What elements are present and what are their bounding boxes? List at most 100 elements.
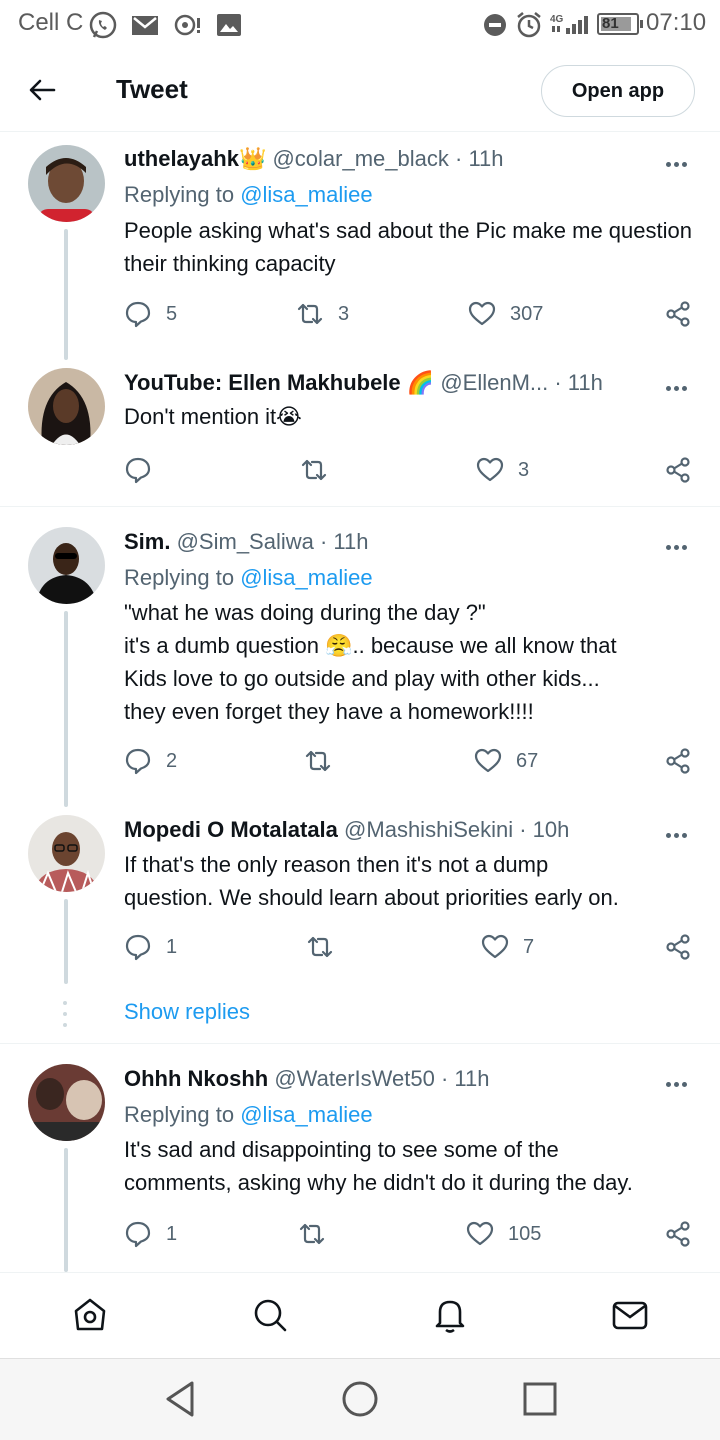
author-handle[interactable]: @WaterIsWet50 — [274, 1066, 435, 1091]
author-handle[interactable]: @Sim_Saliwa — [177, 529, 314, 554]
mention-link[interactable]: @lisa_maliee — [240, 182, 372, 207]
tweet-text-line: It's sad and disappointing to see some o… — [124, 1137, 559, 1162]
retweet-button[interactable] — [300, 454, 342, 486]
alert-icon — [174, 14, 200, 36]
retweet-button[interactable] — [304, 745, 346, 777]
avatar[interactable] — [28, 145, 105, 222]
search-icon[interactable] — [250, 1295, 290, 1335]
share-button[interactable] — [664, 931, 692, 963]
author-name[interactable]: YouTube: Ellen Makhubele — [124, 370, 401, 395]
avatar[interactable] — [28, 527, 105, 604]
tweet-text-line: If that's the only reason then it's not … — [124, 852, 549, 877]
reply-button[interactable]: 1 — [124, 1218, 177, 1250]
like-button[interactable]: 67 — [474, 745, 538, 777]
avatar[interactable] — [28, 368, 105, 445]
retweet-icon — [297, 303, 323, 325]
like-button[interactable]: 3 — [476, 454, 529, 486]
replying-to: Replying to @lisa_maliee — [124, 1102, 373, 1128]
show-replies-link[interactable]: Show replies — [124, 999, 250, 1025]
status-bar: Cell C 4G 81 07:10 — [0, 0, 720, 50]
tweet-item[interactable]: uthelayahk👑 @colar_me_black · 11h Replyi… — [0, 132, 720, 360]
share-button[interactable] — [664, 745, 692, 777]
recents-square-icon[interactable] — [520, 1379, 560, 1419]
like-count: 7 — [523, 935, 535, 958]
home-circle-icon[interactable] — [340, 1379, 380, 1419]
avatar[interactable] — [28, 815, 105, 892]
share-icon — [666, 457, 690, 483]
share-icon — [666, 301, 690, 327]
reply-button[interactable]: 5 — [124, 298, 177, 330]
tweet-author-row[interactable]: YouTube: Ellen Makhubele 🌈 @EllenM... · … — [124, 370, 603, 396]
share-button[interactable] — [664, 454, 692, 486]
tweet-item[interactable]: Sim. @Sim_Saliwa · 11h Replying to @lisa… — [0, 507, 720, 807]
more-options-icon[interactable] — [666, 825, 694, 838]
heart-icon — [474, 748, 502, 773]
retweet-button[interactable] — [306, 931, 348, 963]
tweet-author-row[interactable]: Mopedi O Motalatala @MashishiSekini · 10… — [124, 817, 569, 843]
retweet-button[interactable] — [298, 1218, 340, 1250]
open-app-button[interactable]: Open app — [541, 65, 695, 117]
tweet-author-row[interactable]: uthelayahk👑 @colar_me_black · 11h — [124, 146, 504, 172]
tweet-author-row[interactable]: Sim. @Sim_Saliwa · 11h — [124, 529, 369, 555]
mention-link[interactable]: @lisa_maliee — [240, 565, 372, 590]
battery-icon: 81 — [597, 13, 643, 35]
author-name[interactable]: uthelayahk — [124, 146, 239, 171]
signal-4g-icon: 4G — [550, 14, 588, 34]
replying-to: Replying to @lisa_maliee — [124, 565, 373, 591]
back-triangle-icon[interactable] — [160, 1379, 200, 1419]
author-handle[interactable]: @colar_me_black — [272, 146, 448, 171]
author-name[interactable]: Ohhh Nkoshh — [124, 1066, 268, 1091]
more-options-icon[interactable] — [666, 537, 694, 550]
tweet-time: · 11h — [440, 1066, 490, 1091]
tweet-item[interactable]: Ohhh Nkoshh @WaterIsWet50 · 11h Replying… — [0, 1044, 720, 1272]
like-count: 67 — [516, 749, 539, 772]
tweet-time: · 11h — [455, 146, 504, 171]
tweet-item[interactable]: Mopedi O Motalatala @MashishiSekini · 10… — [0, 807, 720, 1043]
retweet-button[interactable]: 3 — [296, 298, 349, 330]
page-title: Tweet — [116, 74, 188, 104]
share-button[interactable] — [664, 1218, 692, 1250]
tweet-time: · 10h — [519, 817, 570, 842]
tweet-actions: 2 67 — [124, 745, 699, 777]
like-button[interactable]: 307 — [468, 298, 543, 330]
like-count: 105 — [508, 1222, 542, 1245]
mention-link[interactable]: @lisa_maliee — [240, 1102, 372, 1127]
messages-icon[interactable] — [610, 1295, 650, 1335]
more-options-icon[interactable] — [666, 1074, 694, 1087]
notifications-icon[interactable] — [430, 1295, 470, 1335]
share-icon — [666, 748, 690, 774]
more-options-icon[interactable] — [666, 378, 694, 391]
replying-to: Replying to @lisa_maliee — [124, 182, 373, 208]
tweet-text-line: Kids love to go outside and play with ot… — [124, 666, 600, 691]
like-button[interactable]: 7 — [481, 931, 534, 963]
author-handle[interactable]: @EllenM... — [440, 370, 548, 395]
reply-button[interactable] — [124, 454, 166, 486]
like-button[interactable]: 105 — [466, 1218, 541, 1250]
avatar[interactable] — [28, 1064, 105, 1141]
crown-emoji: 👑 — [238, 146, 267, 171]
author-name[interactable]: Mopedi O Motalatala — [124, 817, 338, 842]
tweet-text: People asking what's sad about the Pic m… — [124, 218, 692, 276]
heart-icon — [468, 301, 496, 326]
retweet-icon — [307, 936, 333, 958]
bottom-navigation — [0, 1272, 720, 1358]
reply-button[interactable]: 2 — [124, 745, 177, 777]
top-bar: Tweet Open app — [0, 50, 720, 132]
rainbow-emoji: 🌈 — [406, 370, 435, 395]
back-arrow-icon[interactable] — [26, 74, 58, 106]
share-button[interactable] — [664, 298, 692, 330]
tweet-time: · 11h — [554, 370, 603, 395]
author-name[interactable]: Sim. — [124, 529, 170, 554]
more-options-icon[interactable] — [666, 154, 694, 167]
retweet-icon — [305, 750, 331, 772]
tweet-item[interactable]: YouTube: Ellen Makhubele 🌈 @EllenM... · … — [0, 360, 720, 506]
tweet-author-row[interactable]: Ohhh Nkoshh @WaterIsWet50 · 11h — [124, 1066, 489, 1092]
like-count: 3 — [518, 458, 530, 481]
heart-icon — [481, 934, 509, 959]
home-icon[interactable] — [70, 1295, 110, 1335]
battery-level: 81 — [602, 15, 619, 32]
author-handle[interactable]: @MashishiSekini — [344, 817, 513, 842]
carrier-label: Cell C — [18, 9, 84, 36]
reply-button[interactable]: 1 — [124, 931, 177, 963]
reply-icon — [125, 748, 151, 775]
